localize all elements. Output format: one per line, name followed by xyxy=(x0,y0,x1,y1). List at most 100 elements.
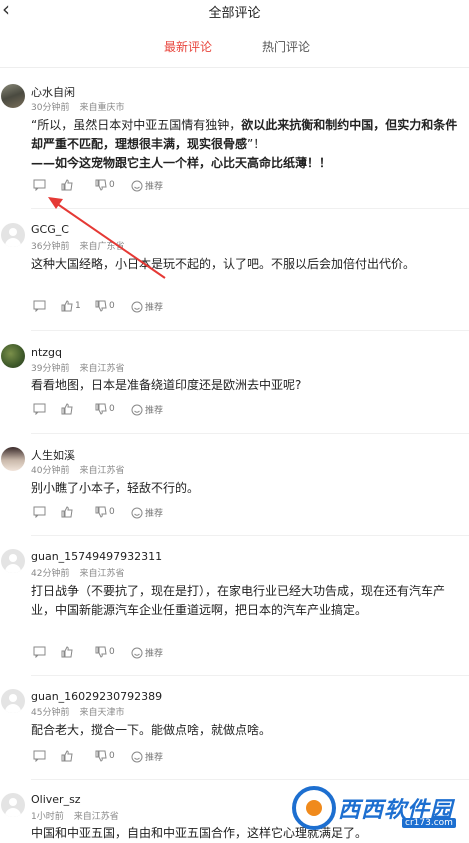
recommend-label: 推荐 xyxy=(145,182,164,192)
recommend-label: 推荐 xyxy=(145,509,164,519)
comment-text: 这种大国经略，小日本是玩不起的，认了吧。不服以后会加倍付出代价。 xyxy=(31,257,416,271)
recommend-button[interactable]: 推荐 xyxy=(131,179,163,192)
avatar[interactable] xyxy=(1,344,25,368)
comment-meta: 36分钟前 来自广东省 xyxy=(31,239,124,252)
tab-divider xyxy=(0,67,469,68)
username[interactable]: guan_16029230792389 xyxy=(31,690,162,703)
avatar[interactable] xyxy=(1,793,25,817)
like-button[interactable]: 0 xyxy=(61,403,73,415)
tab-hot[interactable]: 热门评论 xyxy=(262,38,310,55)
comment-text-bold: ——如今这宠物跟它主人一个样，心比天高命比纸薄！！ xyxy=(31,156,332,170)
comment-location: 来自江苏省 xyxy=(79,466,125,476)
comment-location: 来自江苏省 xyxy=(79,364,125,374)
smile-icon xyxy=(131,404,143,415)
avatar[interactable] xyxy=(1,549,25,573)
thumbs-up-icon xyxy=(61,750,73,762)
smile-icon xyxy=(131,647,143,658)
comment-meta: 39分钟前 来自江苏省 xyxy=(31,361,124,374)
tab-latest[interactable]: 最新评论 xyxy=(164,38,212,55)
thumbs-up-icon xyxy=(61,646,73,658)
comment-location: 来自江苏省 xyxy=(73,812,119,822)
comment-meta: 42分钟前 来自江苏省 xyxy=(31,566,124,579)
username[interactable]: Oliver_sz xyxy=(31,793,81,806)
comment-location: 来自天津市 xyxy=(79,708,125,718)
username[interactable]: GCG_C xyxy=(31,223,69,236)
recommend-button[interactable]: 推荐 xyxy=(131,750,163,763)
dislike-count: 0 xyxy=(109,751,115,761)
comment-time: 42分钟前 xyxy=(31,569,70,579)
thumbs-down-icon xyxy=(95,179,107,191)
comment-meta: 30分钟前 来自重庆市 xyxy=(31,100,124,113)
divider xyxy=(31,330,469,331)
thumbs-down-icon xyxy=(95,646,107,658)
smile-icon xyxy=(131,301,143,312)
recommend-label: 推荐 xyxy=(145,303,164,313)
thumbs-down-icon xyxy=(95,750,107,762)
recommend-label: 推荐 xyxy=(145,649,164,659)
comment-tabs: 最新评论 热门评论 xyxy=(0,38,469,58)
comment-time: 40分钟前 xyxy=(31,466,70,476)
reply-icon[interactable] xyxy=(33,646,46,658)
recommend-button[interactable]: 推荐 xyxy=(131,646,163,659)
dislike-button[interactable]: 0 xyxy=(95,646,115,658)
thumbs-down-icon xyxy=(95,506,107,518)
dislike-button[interactable]: 0 xyxy=(95,750,115,762)
dislike-count: 0 xyxy=(109,180,115,190)
divider xyxy=(31,535,469,536)
reply-icon[interactable] xyxy=(33,179,46,191)
thumbs-down-icon xyxy=(95,300,107,312)
avatar[interactable] xyxy=(1,223,25,247)
smile-icon xyxy=(131,751,143,762)
dislike-button[interactable]: 0 xyxy=(95,300,115,312)
divider xyxy=(31,675,469,676)
page-title: 全部评论 xyxy=(208,6,261,21)
username[interactable]: guan_15749497932311 xyxy=(31,550,162,563)
comment-text: 看看地图，日本是准备绕道印度还是欧洲去中亚呢? xyxy=(31,378,302,392)
recommend-button[interactable]: 推荐 xyxy=(131,403,163,416)
like-button[interactable]: 0 xyxy=(61,750,73,762)
reply-icon[interactable] xyxy=(33,300,46,312)
smile-icon xyxy=(131,180,143,191)
dislike-count: 0 xyxy=(109,507,115,517)
dislike-button[interactable]: 0 xyxy=(95,179,115,191)
comment-text: 打日战争（不要抗了，现在是打），在家电行业已经大功告成，现在还有汽车产业，中国新… xyxy=(31,584,446,617)
recommend-button[interactable]: 推荐 xyxy=(131,506,163,519)
like-button[interactable]: 0 xyxy=(61,179,73,191)
comment-time: 36分钟前 xyxy=(31,242,70,252)
like-button[interactable]: 0 xyxy=(61,646,73,658)
comment-location: 来自江苏省 xyxy=(79,569,125,579)
thumbs-up-icon xyxy=(61,506,73,518)
recommend-label: 推荐 xyxy=(145,753,164,763)
dislike-button[interactable]: 0 xyxy=(95,403,115,415)
avatar[interactable] xyxy=(1,84,25,108)
avatar[interactable] xyxy=(1,447,25,471)
recommend-button[interactable]: 推荐 xyxy=(131,300,163,313)
comment-meta: 40分钟前 来自江苏省 xyxy=(31,463,124,476)
username[interactable]: 心水自闲 xyxy=(31,84,75,100)
reply-icon[interactable] xyxy=(33,506,46,518)
comment-time: 1小时前 xyxy=(31,812,64,822)
divider xyxy=(31,779,469,780)
logo-icon xyxy=(292,786,336,830)
comment-time: 30分钟前 xyxy=(31,103,70,113)
reply-icon[interactable] xyxy=(33,403,46,415)
comment-text: 配合老大，搅合一下。能做点啥，就做点啥。 xyxy=(31,723,272,737)
comment-meta: 45分钟前 来自天津市 xyxy=(31,705,124,718)
like-button[interactable]: 0 xyxy=(61,506,73,518)
thumbs-up-icon xyxy=(61,300,73,312)
username[interactable]: 人生如溪 xyxy=(31,447,75,463)
dislike-count: 0 xyxy=(109,301,115,311)
avatar[interactable] xyxy=(1,689,25,713)
comment-text: 别小瞧了小本子，轻敌不行的。 xyxy=(31,481,200,495)
username[interactable]: ntzgq xyxy=(31,346,62,359)
comment-time: 39分钟前 xyxy=(31,364,70,374)
like-button[interactable]: 1 xyxy=(61,300,81,312)
dislike-button[interactable]: 0 xyxy=(95,506,115,518)
thumbs-up-icon xyxy=(61,179,73,191)
comment-text-part: ”！ xyxy=(247,137,266,151)
comment-text-part: “所以，虽然日本对中亚五国情有独钟， xyxy=(31,118,242,132)
thumbs-up-icon xyxy=(61,403,73,415)
comment-location: 来自广东省 xyxy=(79,242,125,252)
reply-icon[interactable] xyxy=(33,750,46,762)
comment-time: 45分钟前 xyxy=(31,708,70,718)
